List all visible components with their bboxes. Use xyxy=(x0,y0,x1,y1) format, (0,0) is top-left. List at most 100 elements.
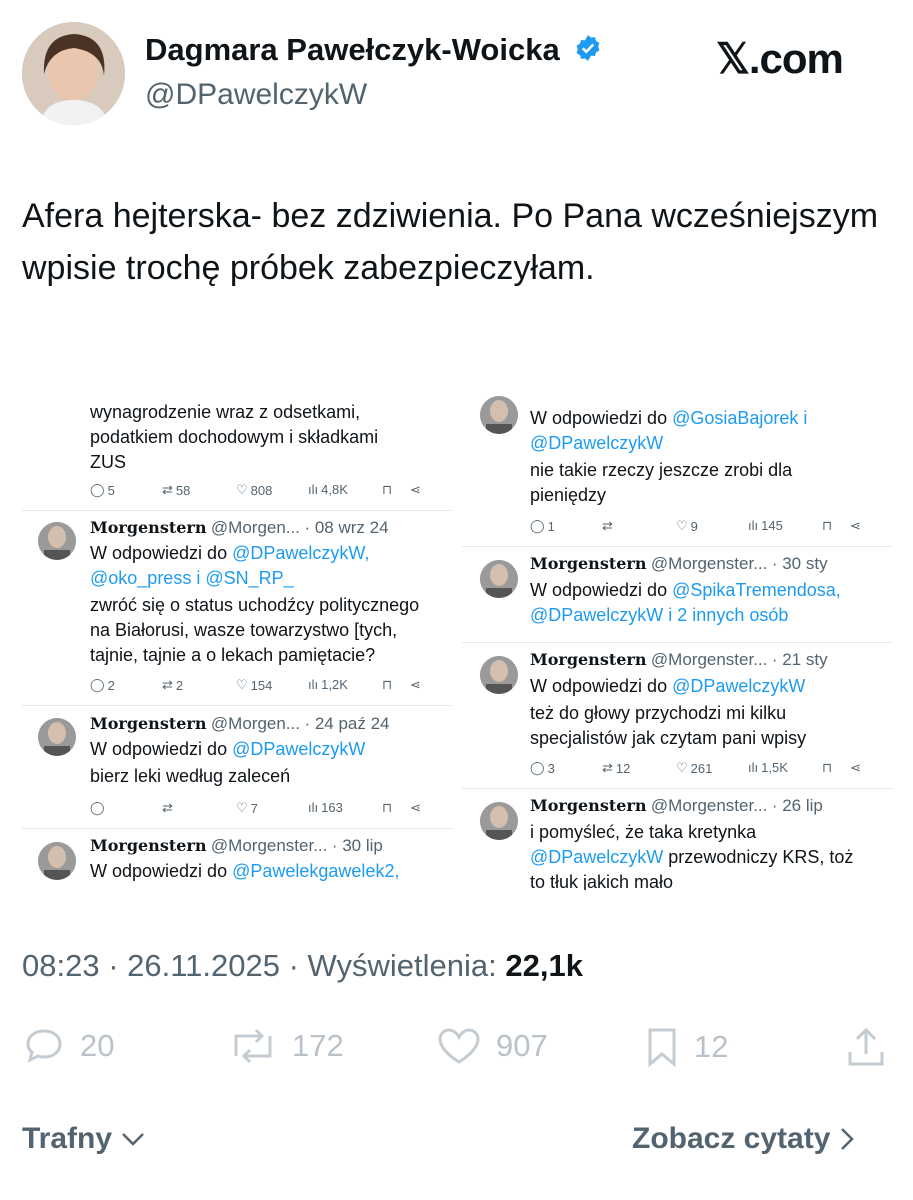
tweet-line: nie takie rzeczy jeszcze zrobi dla xyxy=(530,460,793,480)
share-icon[interactable]: ⋖ xyxy=(410,677,421,693)
views-stat[interactable]: ılı 1,5K xyxy=(748,760,788,775)
heart-icon xyxy=(438,1028,480,1064)
reply-stat[interactable]: ◯ 5 xyxy=(90,482,115,498)
share-button[interactable] xyxy=(846,1026,886,1068)
reply-button[interactable]: 20 xyxy=(22,1026,114,1066)
like-stat[interactable]: ♡ 261 xyxy=(676,760,712,776)
morgenstern-name[interactable]: Morgenstern xyxy=(90,836,206,855)
bookmark-icon[interactable]: ⊓ xyxy=(382,677,392,693)
author-avatar[interactable] xyxy=(22,22,125,125)
share-icon[interactable]: ⋖ xyxy=(850,760,861,776)
tweet-line: podatkiem dochodowym i składkami xyxy=(90,427,379,447)
bookmark-button[interactable]: 12 xyxy=(644,1026,728,1068)
timestamp[interactable]: 08:23 · 26.11.2025 · Wyświetlenia: xyxy=(22,948,505,983)
divider xyxy=(462,546,892,547)
tweet-date: · 30 sty xyxy=(771,554,828,573)
bookmark-icon[interactable]: ⊓ xyxy=(822,518,832,534)
morgenstern-avatar[interactable] xyxy=(38,842,76,880)
repost-icon xyxy=(234,1028,272,1064)
reply-icon[interactable]: ◯ xyxy=(90,800,105,816)
tweet-meta: 08:23 · 26.11.2025 · Wyświetlenia: 22,1k xyxy=(22,948,583,984)
tweet-line: tajnie, tajnie a o lekach pamiętacie? xyxy=(90,645,376,665)
views-stat[interactable]: ılı 1,2K xyxy=(308,677,348,692)
reply-stat[interactable]: ◯ 2 xyxy=(90,677,115,693)
sort-dropdown[interactable]: Trafny xyxy=(22,1122,146,1156)
morgenstern-avatar[interactable] xyxy=(38,718,76,756)
mention-link[interactable]: @DPawelczykW xyxy=(232,739,365,759)
mention-link[interactable]: @DPawelczykW xyxy=(530,433,663,454)
repost-stat[interactable]: ⇄ 58 xyxy=(162,482,190,498)
tweet-line: ZUS xyxy=(90,452,126,472)
morgenstern-name[interactable]: Morgenstern xyxy=(530,554,646,573)
like-stat[interactable]: ♡ 7 xyxy=(236,800,258,816)
tweet-line: zwróć się o status uchodźcy politycznego xyxy=(90,595,420,615)
divider xyxy=(462,788,892,789)
morgenstern-handle[interactable]: @Morgen... xyxy=(211,714,300,733)
repost-stat[interactable]: ⇄ 12 xyxy=(602,760,630,776)
morgenstern-avatar[interactable] xyxy=(480,802,518,840)
tweet-date: · 24 paź 24 xyxy=(304,714,390,733)
tweet-date: · 21 sty xyxy=(771,650,828,669)
chevron-down-icon xyxy=(122,1133,144,1146)
morgenstern-handle[interactable]: @Morgenster... xyxy=(651,796,767,815)
share-icon[interactable]: ⋖ xyxy=(410,800,421,816)
mention-link[interactable]: @Pawelekgawelek2, xyxy=(232,861,399,881)
like-button[interactable]: 907 xyxy=(436,1026,548,1066)
bookmark-icon xyxy=(648,1028,676,1068)
share-icon xyxy=(848,1027,884,1066)
x-logo: 𝕏.com xyxy=(716,35,844,82)
tweet-line: też do głowy przychodzi mi kilku xyxy=(530,703,787,723)
view-quotes-link[interactable]: Zobacz cytaty xyxy=(632,1122,856,1156)
embedded-screenshot-left: wynagrodzenie wraz z odsetkami, podatkie… xyxy=(22,390,452,890)
tweet-line: i pomyśleć, że taka kretynka xyxy=(530,822,757,842)
reply-icon xyxy=(26,1029,62,1063)
morgenstern-handle[interactable]: @Morgenster... xyxy=(651,554,767,573)
mention-link[interactable]: @SpikaTremendosa, xyxy=(672,580,841,600)
morgenstern-handle[interactable]: @Morgenster... xyxy=(211,836,327,855)
reply-stat[interactable]: ◯ 1 xyxy=(530,518,555,534)
morgenstern-name[interactable]: Morgenstern xyxy=(530,650,646,669)
like-stat[interactable]: ♡ 154 xyxy=(236,677,272,693)
embedded-screenshot-right: W odpowiedzi do @GosiaBajorek i @DPawelc… xyxy=(462,390,892,890)
repost-button[interactable]: 172 xyxy=(228,1026,344,1066)
morgenstern-avatar[interactable] xyxy=(480,656,518,694)
views-stat[interactable]: ılı 145 xyxy=(748,518,783,533)
share-icon[interactable]: ⋖ xyxy=(410,482,421,498)
morgenstern-name[interactable]: Morgenstern xyxy=(90,518,206,537)
mention-link[interactable]: @DPawelczykW xyxy=(672,676,805,696)
repost-icon[interactable]: ⇄ xyxy=(602,518,613,534)
tweet-text: Afera hejterska- bez zdziwienia. Po Pana… xyxy=(22,197,879,287)
repost-stat[interactable]: ⇄ 2 xyxy=(162,677,183,693)
morgenstern-handle[interactable]: @Morgen... xyxy=(211,518,300,537)
mention-link[interactable]: @oko_press i @SN_RP_ xyxy=(90,568,294,589)
mention-link[interactable]: @DPawelczykW xyxy=(530,847,663,867)
mention-link[interactable]: @DPawelczykW, xyxy=(232,543,369,563)
bookmark-icon[interactable]: ⊓ xyxy=(382,800,392,816)
tweet-line: bierz leki według zaleceń xyxy=(90,766,291,786)
mention-link[interactable]: @DPawelczykW i 2 innych osób xyxy=(530,605,788,626)
like-stat[interactable]: ♡ 808 xyxy=(236,482,272,498)
chevron-right-icon xyxy=(841,1128,855,1150)
morgenstern-avatar[interactable] xyxy=(480,560,518,598)
mention-link[interactable]: @GosiaBajorek i xyxy=(672,408,807,428)
tweet-line: na Białorusi, wasze towarzystwo [tych, xyxy=(90,620,398,640)
bookmark-icon[interactable]: ⊓ xyxy=(822,760,832,776)
morgenstern-name[interactable]: Morgenstern xyxy=(530,796,646,815)
verified-badge-icon xyxy=(574,34,602,70)
morgenstern-handle[interactable]: @Morgenster... xyxy=(651,650,767,669)
author-handle[interactable]: @DPawelczykW xyxy=(145,78,367,112)
morgenstern-avatar[interactable] xyxy=(38,522,76,560)
share-icon[interactable]: ⋖ xyxy=(850,518,861,534)
like-stat[interactable]: ♡ 9 xyxy=(676,518,698,534)
views-stat[interactable]: ılı 163 xyxy=(308,800,343,815)
tweet-line: pieniędzy xyxy=(530,485,607,505)
views-stat[interactable]: ılı 4,8K xyxy=(308,482,348,497)
morgenstern-avatar[interactable] xyxy=(480,396,518,434)
divider xyxy=(22,510,452,511)
bookmark-icon[interactable]: ⊓ xyxy=(382,482,392,498)
author-name[interactable]: Dagmara Pawełczyk-Woicka xyxy=(145,32,602,70)
repost-icon[interactable]: ⇄ xyxy=(162,800,173,816)
view-count: 22,1k xyxy=(505,948,583,983)
reply-stat[interactable]: ◯ 3 xyxy=(530,760,555,776)
morgenstern-name[interactable]: Morgenstern xyxy=(90,714,206,733)
